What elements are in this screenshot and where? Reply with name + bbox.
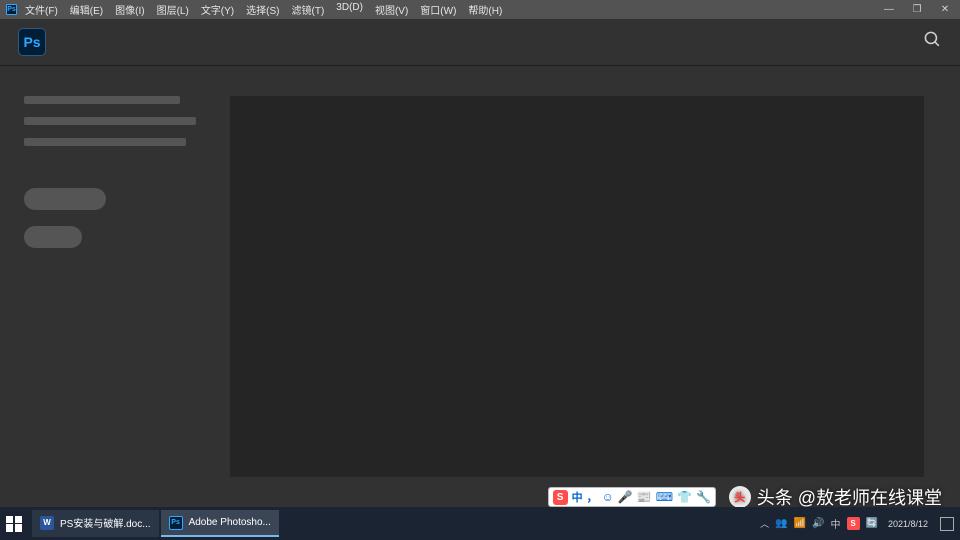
window-controls: ― ❐ ✕ xyxy=(880,4,954,15)
menu-window[interactable]: 窗口(W) xyxy=(420,2,456,17)
menu-file[interactable]: 文件(F) xyxy=(25,2,58,17)
notification-center-icon[interactable] xyxy=(940,517,954,531)
taskbar-item-photoshop[interactable]: Ps Adobe Photosho... xyxy=(161,510,279,537)
menu-edit[interactable]: 编辑(E) xyxy=(70,2,103,17)
ime-lang[interactable]: 中 xyxy=(572,489,583,505)
skeleton-button xyxy=(24,188,106,210)
system-tray: ︿ 👥 📶 🔊 中 S 🔄 2021/8/12 xyxy=(760,516,954,531)
maximize-button[interactable]: ❐ xyxy=(908,4,926,15)
tray-volume-icon[interactable]: 🔊 xyxy=(812,518,824,529)
sogou-icon[interactable]: S xyxy=(553,490,568,505)
ps-icon: Ps xyxy=(169,516,183,530)
skeleton-button xyxy=(24,226,82,248)
menu-view[interactable]: 视图(V) xyxy=(375,2,408,17)
ime-toolbar[interactable]: S 中 ， ☺ 🎤 📰 ⌨ 👕 🔧 xyxy=(548,487,716,507)
ime-keyboard-icon[interactable]: ⌨ xyxy=(656,490,673,504)
recent-canvas xyxy=(230,96,924,477)
menu-3d[interactable]: 3D(D) xyxy=(336,2,363,17)
home-screen xyxy=(0,66,960,507)
taskbar-item-label: Adobe Photosho... xyxy=(189,517,271,528)
search-icon[interactable] xyxy=(923,30,942,54)
ps-logo[interactable]: Ps xyxy=(18,28,46,56)
tray-network-icon[interactable]: 📶 xyxy=(794,518,806,529)
menu-select[interactable]: 选择(S) xyxy=(246,2,279,17)
ime-sep: ， xyxy=(587,489,598,505)
menubar: Ps 文件(F) 编辑(E) 图像(I) 图层(L) 文字(Y) 选择(S) 滤… xyxy=(0,0,960,19)
taskbar-item-label: PS安装与破解.doc... xyxy=(60,515,151,530)
tray-chevron-icon[interactable]: ︿ xyxy=(760,517,769,530)
ime-emoji-icon[interactable]: ☺ xyxy=(602,490,614,504)
taskbar: W PS安装与破解.doc... Ps Adobe Photosho... ︿ … xyxy=(0,507,960,540)
menu-help[interactable]: 帮助(H) xyxy=(468,2,502,17)
home-sidebar xyxy=(0,66,230,507)
tray-sync-icon[interactable]: 🔄 xyxy=(866,518,878,529)
clock[interactable]: 2021/8/12 xyxy=(888,519,928,529)
close-button[interactable]: ✕ xyxy=(936,4,954,15)
taskbar-item-word[interactable]: W PS安装与破解.doc... xyxy=(32,510,159,537)
menu-items: 文件(F) 编辑(E) 图像(I) 图层(L) 文字(Y) 选择(S) 滤镜(T… xyxy=(25,2,502,17)
ime-tools-icon[interactable]: 🔧 xyxy=(696,490,711,504)
tray-people-icon[interactable]: 👥 xyxy=(775,518,787,529)
ime-voice-icon[interactable]: 🎤 xyxy=(618,490,633,504)
skeleton-line xyxy=(24,138,186,146)
skeleton-line xyxy=(24,117,196,125)
skeleton-line xyxy=(24,96,180,104)
canvas-area xyxy=(230,66,960,507)
menu-image[interactable]: 图像(I) xyxy=(115,2,144,17)
start-button[interactable] xyxy=(6,516,22,532)
ime-news-icon[interactable]: 📰 xyxy=(637,490,652,504)
ime-skin-icon[interactable]: 👕 xyxy=(677,490,692,504)
menu-filter[interactable]: 滤镜(T) xyxy=(292,2,325,17)
menu-layer[interactable]: 图层(L) xyxy=(157,2,189,17)
tray-ime-lang[interactable]: 中 xyxy=(831,516,841,531)
app-icon: Ps xyxy=(6,4,17,15)
home-toolbar: Ps xyxy=(0,19,960,66)
tray-sogou-icon[interactable]: S xyxy=(847,517,860,530)
word-icon: W xyxy=(40,516,54,530)
minimize-button[interactable]: ― xyxy=(880,4,898,15)
clock-date: 2021/8/12 xyxy=(888,519,928,529)
menu-type[interactable]: 文字(Y) xyxy=(201,2,234,17)
